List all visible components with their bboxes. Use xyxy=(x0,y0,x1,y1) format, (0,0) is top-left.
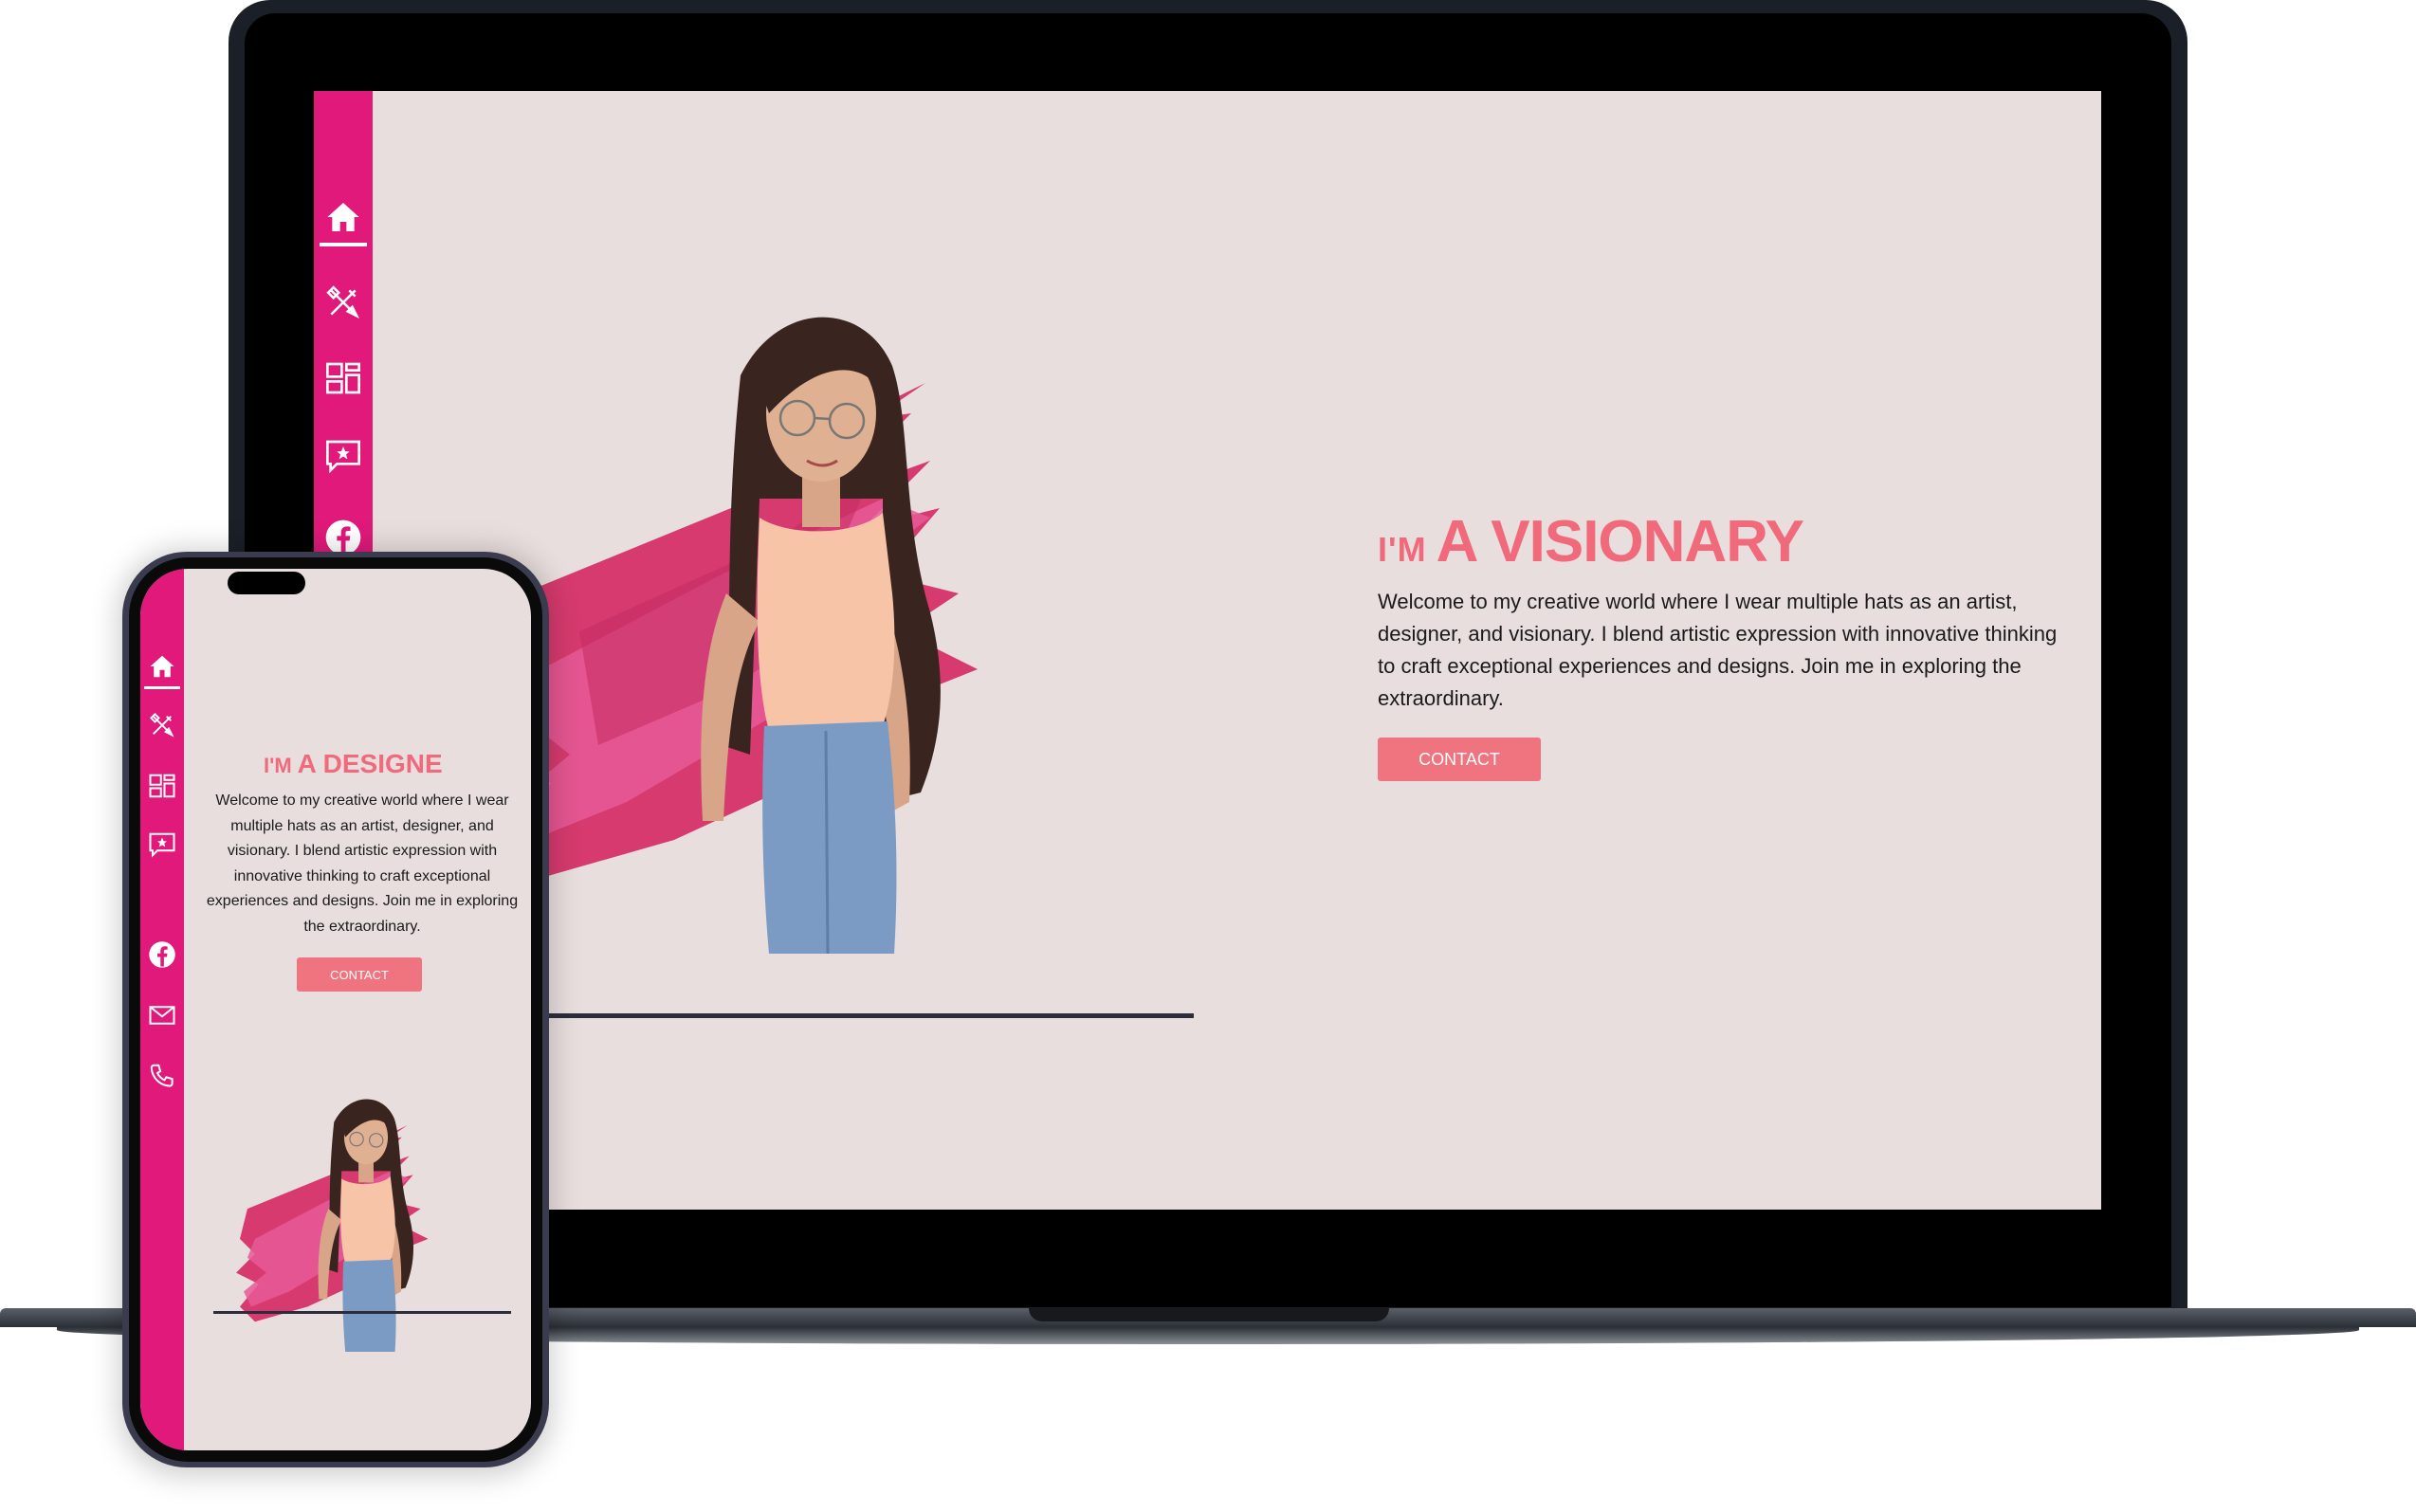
laptop-notch xyxy=(1029,1308,1389,1321)
facebook-icon[interactable] xyxy=(146,938,178,971)
phone-dynamic-island xyxy=(228,572,305,594)
phone-screen: I'M A DESIGNE Welcome to my creative worl… xyxy=(140,569,531,1450)
mobile-hero-description: Welcome to my creative world where I wea… xyxy=(206,792,519,935)
mobile-hero-baseline-divider xyxy=(213,1311,511,1314)
testimonial-icon[interactable] xyxy=(321,434,365,478)
hero-baseline-divider xyxy=(543,1013,1194,1018)
hero-description: Welcome to my creative world where I wea… xyxy=(1378,590,2058,710)
mobile-hero-title-prefix: I'M xyxy=(264,754,292,777)
hero-title-main: A VISIONARY xyxy=(1436,509,1804,574)
home-icon[interactable] xyxy=(146,650,178,683)
mail-icon[interactable] xyxy=(146,999,178,1031)
design-tools-icon[interactable] xyxy=(321,281,365,324)
phone-icon[interactable] xyxy=(146,1060,178,1092)
mobile-sidebar-nav xyxy=(140,569,184,1450)
design-tools-icon[interactable] xyxy=(146,709,178,741)
portfolio-grid-icon[interactable] xyxy=(321,356,365,400)
mobile-hero-title-main: A DESIGNE xyxy=(297,749,443,778)
active-nav-indicator xyxy=(320,243,367,246)
laptop-screen: I'M A VISIONARY Welcome to my creative wo… xyxy=(314,91,2101,1210)
hero-title-prefix: I'M xyxy=(1378,530,1427,569)
contact-button[interactable]: CONTACT xyxy=(1378,738,1541,781)
portfolio-grid-icon[interactable] xyxy=(146,770,178,802)
testimonial-icon[interactable] xyxy=(146,829,178,861)
active-nav-indicator xyxy=(144,686,180,689)
hero-portrait-image xyxy=(494,317,978,954)
mobile-hero-title: I'M A DESIGNE xyxy=(264,749,529,779)
mobile-contact-button[interactable]: CONTACT xyxy=(297,957,422,992)
home-icon[interactable] xyxy=(321,195,365,239)
hero-title: I'M A VISIONARY xyxy=(1378,508,1804,575)
